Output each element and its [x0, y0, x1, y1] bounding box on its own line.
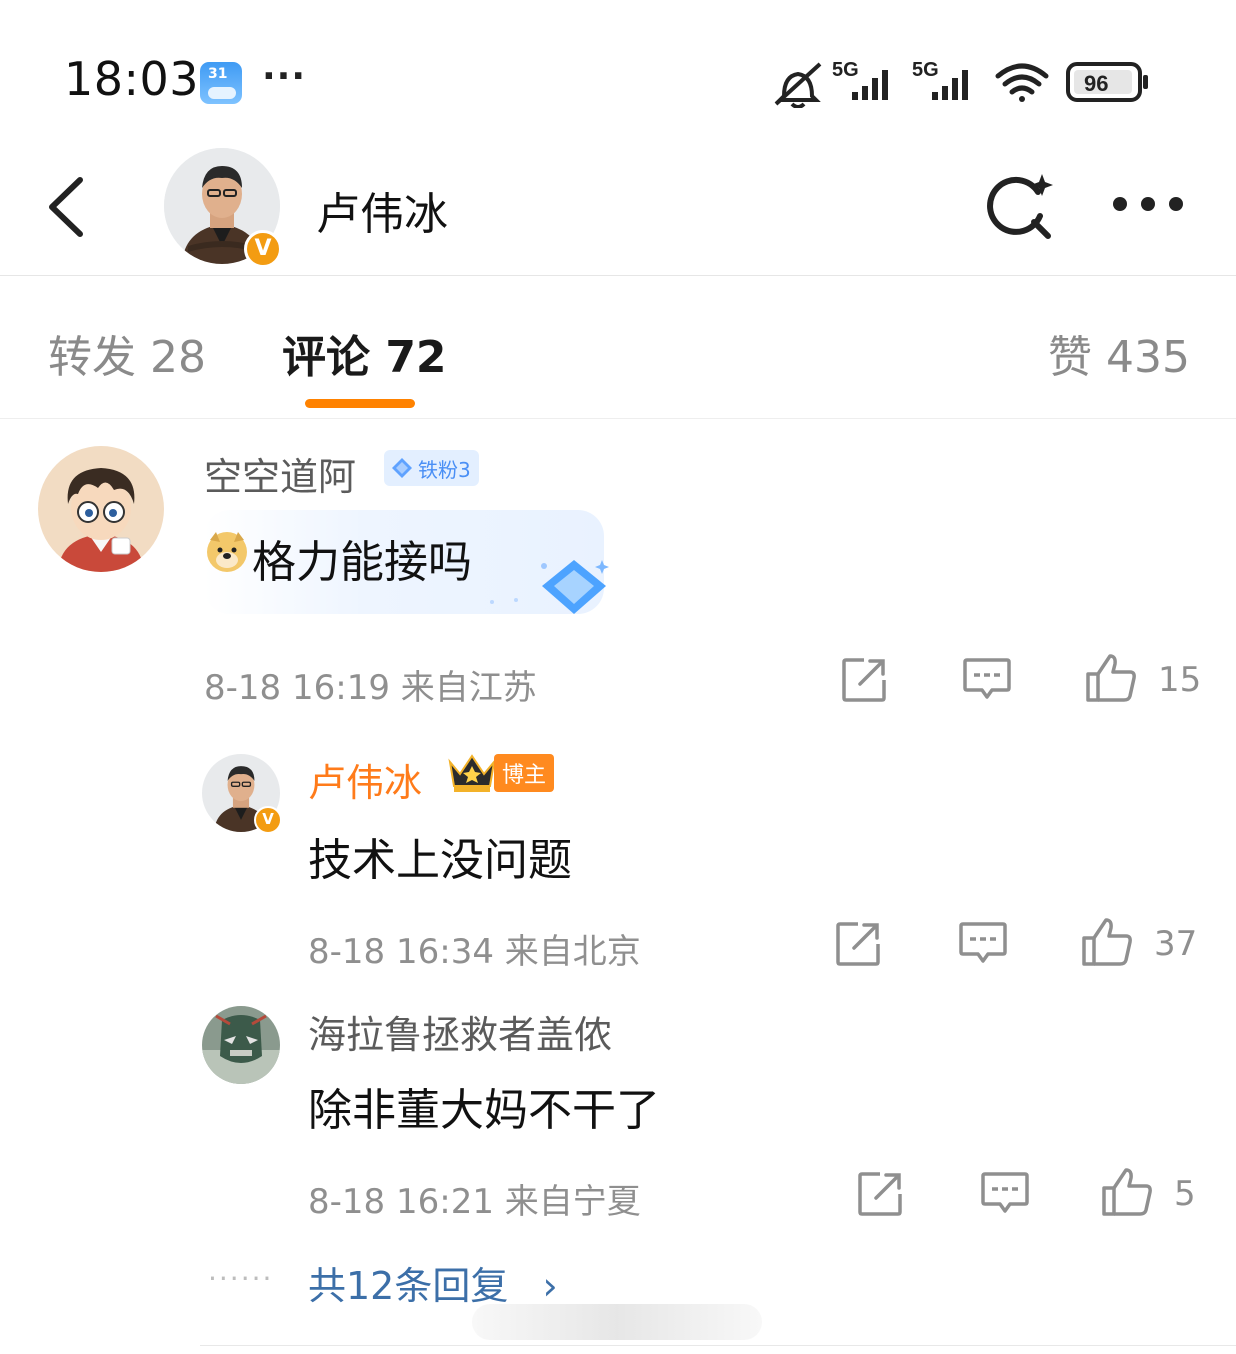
fan-level-badge: 铁粉3: [384, 450, 479, 486]
reply-icon[interactable]: [958, 920, 1008, 966]
comment-text: 格力能接吗: [252, 537, 472, 588]
more-replies-link[interactable]: 共12条回复 ›: [308, 1255, 558, 1310]
reply-avatar[interactable]: V: [202, 754, 282, 834]
blogger-badge-label: 博主: [494, 754, 555, 792]
thread-dots: ······: [208, 1262, 274, 1295]
cloud-icon: [208, 87, 236, 99]
search-icon[interactable]: [982, 170, 1056, 244]
more-options-icon[interactable]: [1110, 194, 1186, 214]
more-notifications-icon: ···: [262, 56, 307, 97]
share-icon[interactable]: [840, 656, 888, 704]
network-label-2: 5G: [912, 59, 939, 81]
reply-icon[interactable]: [980, 1170, 1030, 1216]
like-count: 37: [1154, 924, 1198, 964]
more-replies-label: 共12条回复: [308, 1264, 509, 1308]
reply-meta: 8-18 16:21 来自宁夏: [308, 1182, 641, 1222]
divider: [200, 1345, 1236, 1346]
reply-text: 技术上没问题: [308, 835, 572, 886]
like-icon[interactable]: [1080, 916, 1134, 968]
calendar-app-icon: 31: [200, 62, 242, 104]
reply-avatar[interactable]: [202, 1006, 280, 1084]
commenter-avatar[interactable]: [38, 446, 164, 572]
status-icons: 5G 5G 96: [774, 59, 1148, 108]
fan-badge-label: 铁粉3: [418, 457, 471, 482]
reply-icon[interactable]: [962, 656, 1012, 702]
author-avatar[interactable]: V: [164, 148, 282, 268]
like-count: 5: [1174, 1174, 1196, 1214]
reply-meta: 8-18 16:34 来自北京: [308, 932, 641, 972]
chevron-right-icon: ›: [542, 1264, 558, 1308]
tab-comments[interactable]: 评论 72: [282, 321, 447, 385]
verified-badge-icon: V: [254, 806, 282, 834]
active-tab-indicator: [305, 399, 415, 408]
status-bar: 18:03 31 ··· 5G 5G 96: [0, 0, 1236, 140]
network-label-1: 5G: [832, 59, 859, 81]
blogger-badge: 博主: [446, 752, 555, 794]
crown-icon: [448, 754, 496, 792]
diamond-icon: [392, 458, 412, 478]
doge-emoji-icon: [207, 532, 247, 572]
tab-reposts[interactable]: 转发 28: [48, 321, 206, 385]
share-icon[interactable]: [856, 1170, 904, 1218]
like-count: 15: [1158, 660, 1202, 700]
tab-bar: 转发 28 评论 72 赞 435: [0, 277, 1236, 419]
scroll-indicator: [472, 1304, 762, 1340]
top-nav: V 卢伟冰: [0, 140, 1236, 276]
verified-badge-icon: V: [244, 230, 282, 268]
comment-meta: 8-18 16:19 来自江苏: [204, 668, 537, 708]
share-icon[interactable]: [834, 920, 882, 968]
commenter-name[interactable]: 空空道阿: [204, 446, 356, 501]
battery-level: 96: [1084, 71, 1108, 96]
muted-bell-icon: [774, 62, 822, 108]
page-title: 卢伟冰: [316, 189, 448, 240]
status-time: 18:03: [64, 52, 200, 106]
like-icon[interactable]: [1084, 652, 1138, 704]
reply-text: 除非董大妈不干了: [308, 1085, 660, 1136]
reply-author-name[interactable]: 海拉鲁拯救者盖侬: [308, 1004, 612, 1059]
battery-icon: 96: [1066, 62, 1148, 102]
back-icon[interactable]: [42, 174, 88, 240]
tab-likes[interactable]: 赞 435: [1048, 321, 1190, 385]
wifi-icon: [995, 63, 1049, 102]
reply-author-name[interactable]: 卢伟冰: [308, 752, 422, 807]
calendar-day: 31: [208, 66, 228, 82]
like-icon[interactable]: [1100, 1166, 1154, 1218]
sparkle-diamond-icon: [490, 560, 609, 614]
